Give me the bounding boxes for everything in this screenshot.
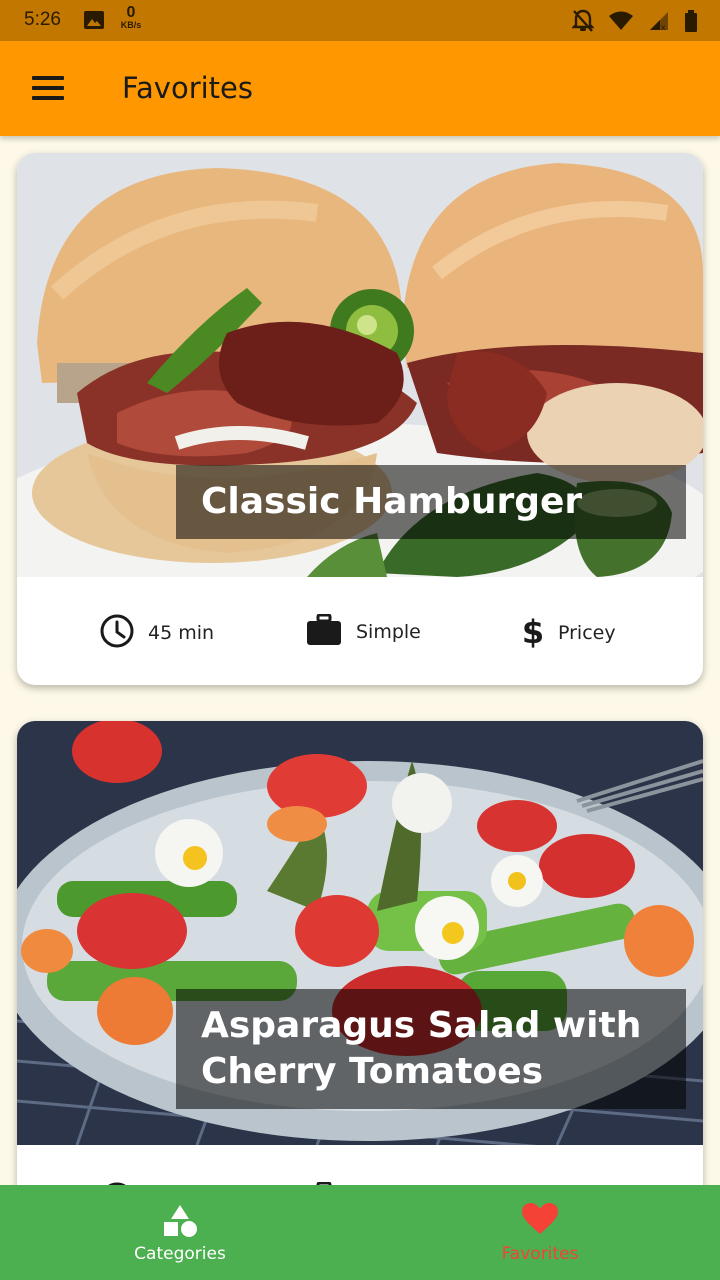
network-speed-unit: KB/s <box>120 20 142 30</box>
status-bar: 5:26 0 KB/s x <box>0 0 720 41</box>
meal-duration-label: 45 min <box>148 622 215 644</box>
signal-icon: x <box>648 11 670 35</box>
meal-card[interactable]: Classic Hamburger 45 min Simple $ Pricey <box>17 153 703 685</box>
meal-card[interactable]: Asparagus Salad with Cherry Tomatoes <box>17 721 703 1185</box>
meal-list[interactable]: Classic Hamburger 45 min Simple $ Pricey <box>0 136 720 1185</box>
image-icon <box>84 11 104 33</box>
meal-complexity-label: Simple <box>356 621 421 643</box>
hamburger-menu-icon-line <box>32 86 64 90</box>
category-icon <box>162 1203 198 1243</box>
meal-complexity: Simple <box>306 613 421 650</box>
tab-categories[interactable]: Categories <box>0 1185 360 1280</box>
meal-title-line: Asparagus Salad with <box>201 1005 642 1046</box>
meal-affordability: $ Pricey <box>522 613 616 652</box>
network-speed-value: 0 <box>126 4 136 21</box>
meal-title-line: Cherry Tomatoes <box>201 1051 544 1093</box>
network-speed: 0 KB/s <box>117 5 145 30</box>
dollar-icon: $ <box>522 613 544 652</box>
meal-duration: 45 min <box>100 614 214 652</box>
bottom-navigation: Categories Favorites <box>0 1185 720 1280</box>
status-time: 5:26 <box>24 9 61 30</box>
svg-text:x: x <box>661 23 666 31</box>
meal-meta: 45 min Simple $ Pricey <box>17 577 703 685</box>
meal-title: Classic Hamburger <box>176 465 686 540</box>
heart-icon <box>522 1203 558 1239</box>
hamburger-menu-icon-line <box>32 96 64 100</box>
menu-button[interactable] <box>28 71 68 107</box>
notifications-off-icon <box>571 9 595 37</box>
meal-image: Classic Hamburger <box>17 153 703 577</box>
tab-categories-label: Categories <box>134 1244 226 1264</box>
meal-image: Asparagus Salad with Cherry Tomatoes <box>17 721 703 1145</box>
app-bar: Favorites <box>0 41 720 136</box>
wifi-icon <box>608 11 634 35</box>
svg-text:$: $ <box>522 614 544 648</box>
meal-meta <box>17 1145 703 1185</box>
briefcase-icon <box>306 613 342 650</box>
tab-favorites[interactable]: Favorites <box>360 1185 720 1280</box>
tab-favorites-label: Favorites <box>501 1244 579 1264</box>
hamburger-menu-icon-line <box>32 76 64 80</box>
meal-affordability-label: Pricey <box>558 622 616 644</box>
battery-icon <box>684 10 698 36</box>
page-title: Favorites <box>122 71 253 105</box>
meal-title: Asparagus Salad with Cherry Tomatoes <box>176 989 686 1110</box>
clock-icon <box>100 614 134 652</box>
